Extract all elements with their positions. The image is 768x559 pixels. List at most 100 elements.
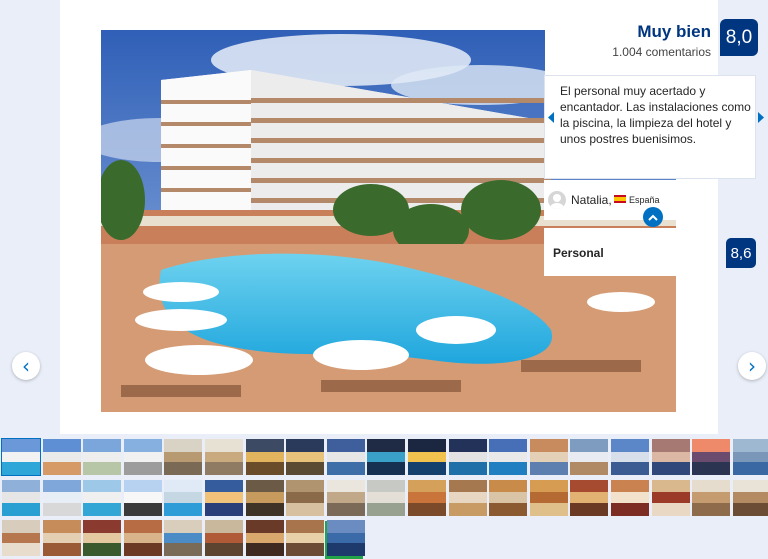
thumbnail-image-part bbox=[326, 502, 365, 516]
photo-thumbnail[interactable] bbox=[692, 479, 731, 516]
photo-thumbnail[interactable] bbox=[732, 479, 768, 516]
photo-thumbnail[interactable] bbox=[611, 439, 649, 475]
photo-thumbnail[interactable] bbox=[42, 520, 81, 556]
prev-review-button[interactable] bbox=[546, 104, 556, 130]
photo-thumbnail[interactable] bbox=[529, 439, 568, 475]
photo-thumbnail[interactable] bbox=[164, 439, 203, 475]
photo-thumbnail[interactable] bbox=[286, 520, 325, 556]
thumbnail-image-part bbox=[692, 502, 731, 516]
thumbnail-image-part bbox=[164, 462, 203, 475]
thumbnail-image-part bbox=[326, 462, 365, 475]
photo-thumbnail[interactable] bbox=[205, 520, 243, 556]
photo-thumbnail[interactable] bbox=[367, 439, 406, 475]
thumbnail-image-part bbox=[651, 502, 690, 516]
category-score-badge: 8,6 bbox=[726, 238, 756, 268]
photo-thumbnail[interactable] bbox=[286, 439, 325, 475]
thumbnail-image-part bbox=[83, 502, 122, 516]
thumbnail-image-part bbox=[164, 502, 203, 516]
thumbnail-image-part bbox=[611, 462, 649, 475]
photo-thumbnail[interactable] bbox=[326, 520, 365, 556]
score-badge: 8,0 bbox=[720, 19, 758, 56]
thumbnail-image-part bbox=[489, 462, 528, 475]
photo-thumbnail[interactable] bbox=[529, 479, 568, 516]
reviewer-info: Natalia, España bbox=[544, 180, 716, 220]
photo-thumbnail[interactable] bbox=[83, 479, 122, 516]
chevron-right-icon: › bbox=[748, 354, 756, 378]
thumbnail-image-part bbox=[489, 502, 528, 516]
photo-thumbnail[interactable] bbox=[205, 479, 243, 516]
thumbnail-image-part bbox=[570, 462, 609, 475]
photo-thumbnail[interactable] bbox=[42, 439, 81, 475]
photo-thumbnail[interactable] bbox=[164, 520, 203, 556]
category-label: Personal bbox=[553, 246, 604, 260]
category-score-row: Personal bbox=[544, 228, 676, 276]
thumbnail-image-part bbox=[83, 462, 122, 475]
review-count[interactable]: 1.004 comentarios bbox=[612, 45, 711, 59]
review-card: El personal muy acertado y encantador. L… bbox=[544, 75, 764, 179]
thumbnail-image-part bbox=[326, 543, 365, 556]
photo-thumbnail[interactable] bbox=[245, 520, 284, 556]
review-score-panel[interactable]: Muy bien 1.004 comentarios bbox=[545, 14, 715, 78]
photo-thumbnail[interactable] bbox=[2, 520, 40, 556]
photo-thumbnail[interactable] bbox=[1, 438, 41, 476]
photo-thumbnail[interactable] bbox=[83, 439, 122, 475]
thumbnail-image-part bbox=[2, 502, 40, 516]
photo-thumbnail[interactable] bbox=[83, 520, 122, 556]
photo-thumbnail[interactable] bbox=[205, 439, 243, 475]
photo-thumbnail[interactable] bbox=[367, 479, 406, 516]
photo-thumbnail[interactable] bbox=[570, 479, 609, 516]
photo-thumbnail[interactable] bbox=[651, 479, 690, 516]
thumbnail-image-part bbox=[42, 543, 81, 556]
thumbnail-image-part bbox=[83, 543, 122, 556]
thumbnail-image-part bbox=[570, 502, 609, 516]
rating-word: Muy bien bbox=[637, 22, 711, 41]
photo-thumbnail[interactable] bbox=[651, 439, 690, 475]
chevron-left-icon: ‹ bbox=[22, 354, 30, 378]
collapse-review-button[interactable] bbox=[643, 207, 663, 227]
thumbnail-image-part bbox=[732, 502, 768, 516]
photo-thumbnail[interactable] bbox=[326, 479, 365, 516]
photo-thumbnail[interactable] bbox=[326, 439, 365, 475]
thumbnail-image-part bbox=[42, 462, 81, 475]
thumbnail-image-part bbox=[448, 462, 487, 475]
photo-thumbnail[interactable] bbox=[286, 479, 325, 516]
photo-thumbnail[interactable] bbox=[245, 479, 284, 516]
photo-thumbnail[interactable] bbox=[408, 479, 446, 516]
photo-thumbnail[interactable] bbox=[732, 439, 768, 475]
thumbnail-image-part bbox=[286, 462, 325, 475]
thumbnail-image-part bbox=[245, 543, 284, 556]
photo-thumbnail[interactable] bbox=[448, 479, 487, 516]
photo-thumbnail[interactable] bbox=[123, 439, 162, 475]
photo-thumbnail[interactable] bbox=[489, 439, 528, 475]
thumbnail-image-part bbox=[42, 502, 81, 516]
thumbnail-image-part bbox=[205, 462, 243, 475]
photo-thumbnail[interactable] bbox=[245, 439, 284, 475]
thumbnail-image-part bbox=[286, 502, 325, 516]
caret-right-icon bbox=[757, 111, 764, 123]
review-text: El personal muy acertado y encantador. L… bbox=[560, 84, 751, 146]
prev-photo-button[interactable]: ‹ bbox=[12, 352, 40, 380]
thumbnail-image-part bbox=[2, 462, 40, 475]
next-photo-button[interactable]: › bbox=[738, 352, 766, 380]
photo-thumbnail[interactable] bbox=[164, 479, 203, 516]
photo-thumbnail[interactable] bbox=[489, 479, 528, 516]
photo-thumbnail[interactable] bbox=[448, 439, 487, 475]
next-review-button[interactable] bbox=[755, 104, 765, 130]
thumbnail-image-part bbox=[732, 462, 768, 475]
thumbnail-image-part bbox=[245, 502, 284, 516]
thumbnail-image-part bbox=[692, 462, 731, 475]
reviewer-country: España bbox=[629, 195, 660, 205]
thumbnail-image-part bbox=[205, 543, 243, 556]
photo-thumbnail[interactable] bbox=[123, 479, 162, 516]
thumbnail-image-part bbox=[205, 502, 243, 516]
photo-thumbnail[interactable] bbox=[692, 439, 731, 475]
photo-thumbnail[interactable] bbox=[123, 520, 162, 556]
spain-flag-icon bbox=[614, 195, 626, 203]
thumbnail-image-part bbox=[529, 462, 568, 475]
photo-thumbnail[interactable] bbox=[611, 479, 649, 516]
photo-thumbnail[interactable] bbox=[570, 439, 609, 475]
photo-thumbnail[interactable] bbox=[408, 439, 446, 475]
thumbnail-image-part bbox=[245, 462, 284, 475]
photo-thumbnail[interactable] bbox=[2, 479, 40, 516]
photo-thumbnail[interactable] bbox=[42, 479, 81, 516]
